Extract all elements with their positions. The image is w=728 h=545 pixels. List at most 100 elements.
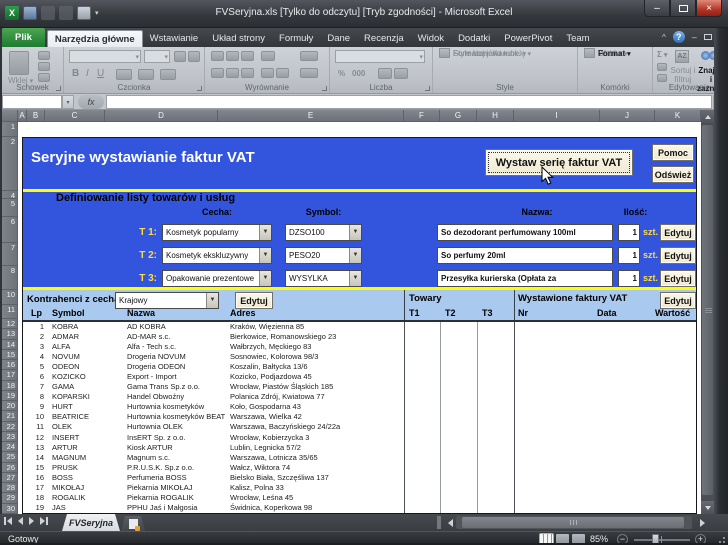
percent-style-icon[interactable]: %	[338, 69, 345, 78]
row-header[interactable]: 30	[2, 504, 18, 514]
table-row[interactable]: 12 INSERT InsERT Sp. z o.o. Wrocław, Kob…	[23, 433, 696, 443]
tab-file[interactable]: Plik	[2, 28, 45, 47]
qat-customize-icon[interactable]: ▾	[95, 9, 99, 17]
edit-product-button[interactable]: Edytuj	[660, 247, 696, 264]
row-header[interactable]: 12	[2, 319, 18, 329]
table-row[interactable]: 10 BEATRICE Hurtownia kosmetyków BEAT Wa…	[23, 412, 696, 422]
align-right-icon[interactable]	[241, 68, 254, 78]
row-header[interactable]: 24	[2, 442, 18, 452]
symbol-select[interactable]: WYSYLKA▼	[285, 270, 362, 287]
next-sheet-icon[interactable]	[29, 517, 34, 525]
select-all-corner[interactable]	[2, 110, 18, 122]
table-row[interactable]: 19 JAS PPHU Jaś i Małgosia Świdnica, Kop…	[23, 503, 696, 513]
name-box-dropdown-icon[interactable]: ▾	[62, 95, 74, 109]
table-row[interactable]: 17 MIKOŁAJ Piekarnia MIKOŁAJ Kalisz, Pol…	[23, 483, 696, 493]
format-painter-icon[interactable]	[38, 73, 50, 82]
column-header[interactable]: B	[27, 110, 45, 122]
table-row[interactable]: 7 GAMA Gama Trans Sp.z o.o. Wrocław, Pia…	[23, 382, 696, 392]
column-header[interactable]: A	[18, 110, 27, 122]
clear-icon[interactable]	[657, 74, 667, 82]
sort-filter-button[interactable]: Sortuj i filtruj	[669, 66, 697, 84]
align-left-icon[interactable]	[211, 68, 224, 78]
align-top-icon[interactable]	[211, 51, 224, 61]
row-header[interactable]: 22	[2, 422, 18, 432]
grow-font-icon[interactable]	[174, 51, 186, 62]
vertical-scroll-thumb[interactable]	[702, 125, 713, 495]
cecha-select[interactable]: Kosmetyk ekskluzywny▼	[162, 247, 272, 264]
table-row[interactable]: 15 PRUSK P.R.U.S.K. Sp.z o.o. Wałcz, Wik…	[23, 463, 696, 473]
column-header[interactable]: I	[514, 110, 600, 122]
fill-color-icon[interactable]	[138, 69, 154, 80]
chevron-down-icon[interactable]: ▼	[259, 225, 271, 240]
autosum-icon[interactable]: Σ	[657, 50, 667, 59]
font-size-combo[interactable]	[144, 50, 170, 63]
table-row[interactable]: 6 KOZICKO Export - Import Kozicko, Podja…	[23, 372, 696, 382]
copy-icon[interactable]	[38, 62, 50, 71]
font-dialog-launcher[interactable]	[197, 86, 202, 91]
chevron-down-icon[interactable]: ▼	[349, 271, 361, 286]
doc-restore-icon[interactable]	[704, 34, 712, 40]
table-row[interactable]: 2 ADMAR AD-MAR s.c. Bierkowice, Romanows…	[23, 332, 696, 342]
number-format-combo[interactable]	[335, 50, 425, 63]
column-header[interactable]: G	[440, 110, 477, 122]
alignment-dialog-launcher[interactable]	[322, 86, 327, 91]
edit-product-button[interactable]: Edytuj	[660, 270, 696, 287]
row-header[interactable]: 23	[2, 432, 18, 442]
underline-icon[interactable]: U	[97, 68, 104, 79]
cecha-select[interactable]: Opakowanie prezentowe▼	[162, 270, 272, 287]
shrink-font-icon[interactable]	[188, 51, 200, 62]
scroll-down-icon[interactable]	[701, 501, 714, 514]
cut-icon[interactable]	[38, 51, 50, 60]
row-header[interactable]: 16	[2, 360, 18, 370]
ribbon-tab[interactable]: Dane	[320, 30, 357, 47]
row-header[interactable]: 15	[2, 350, 18, 360]
ribbon-tab[interactable]: Widok	[411, 30, 451, 47]
ribbon-tab[interactable]: Dodatki	[451, 30, 497, 47]
row-header[interactable]: 27	[2, 473, 18, 483]
borders-icon[interactable]	[116, 69, 132, 80]
sheet-tab-active[interactable]: FVSeryjna	[62, 514, 120, 531]
column-header[interactable]: C	[45, 110, 105, 122]
ribbon-tab[interactable]: PowerPivot	[497, 30, 559, 47]
insert-function-button[interactable]: fx	[78, 95, 104, 109]
name-box[interactable]	[2, 95, 62, 109]
align-bottom-icon[interactable]	[241, 51, 254, 61]
number-dialog-launcher[interactable]	[425, 86, 430, 91]
style-menu-item[interactable]: Style komórki	[439, 47, 574, 59]
nazwa-field[interactable]: So perfumy 20ml	[437, 247, 613, 264]
chevron-down-icon[interactable]: ▼	[349, 225, 361, 240]
undo-icon[interactable]	[41, 6, 55, 20]
row-header[interactable]: 26	[2, 463, 18, 473]
save-icon[interactable]	[23, 6, 37, 20]
chevron-down-icon[interactable]: ▼	[206, 293, 218, 308]
align-middle-icon[interactable]	[226, 51, 239, 61]
row-header[interactable]: 10	[2, 290, 18, 305]
table-row[interactable]: 8 KOPARSKI Handel Obwoźny Polanica Zdrój…	[23, 392, 696, 402]
symbol-select[interactable]: DZSO100▼	[285, 224, 362, 241]
edit-product-button[interactable]: Edytuj	[660, 224, 696, 241]
increase-decimal-icon[interactable]	[378, 68, 392, 79]
ribbon-tab[interactable]: Team	[559, 30, 596, 47]
bold-icon[interactable]: B	[72, 68, 79, 79]
row-header[interactable]: 25	[2, 452, 18, 462]
print-preview-icon[interactable]	[77, 6, 91, 20]
row-header[interactable]: 21	[2, 411, 18, 421]
column-header[interactable]: F	[404, 110, 440, 122]
ribbon-tab[interactable]: Narzędzia główne	[47, 30, 143, 47]
help-button[interactable]: Pomoc	[652, 144, 694, 161]
row-header[interactable]: 28	[2, 483, 18, 493]
close-button[interactable]: ×	[696, 0, 722, 17]
doc-minimize-icon[interactable]: –	[692, 32, 697, 42]
symbol-select[interactable]: PESO20▼	[285, 247, 362, 264]
horizontal-scrollbar[interactable]	[456, 516, 692, 529]
nazwa-field[interactable]: Przesyłka kurierska (Opłata za	[437, 270, 613, 287]
table-row[interactable]: 14 MAGNUM Magnum s.c. Warszawa, Lotnicza…	[23, 453, 696, 463]
table-row[interactable]: 1 KOBRA AD KOBRA Kraków, Więzienna 85	[23, 322, 696, 332]
comma-style-icon[interactable]: 000	[352, 69, 365, 78]
refresh-button[interactable]: Odśwież	[652, 166, 694, 183]
contractors-select[interactable]: Krajowy▼	[115, 292, 219, 309]
cells-menu-item[interactable]: Format	[584, 47, 649, 59]
row-header[interactable]: 20	[2, 401, 18, 411]
last-sheet-icon[interactable]	[40, 517, 48, 525]
italic-icon[interactable]: I	[86, 68, 89, 79]
